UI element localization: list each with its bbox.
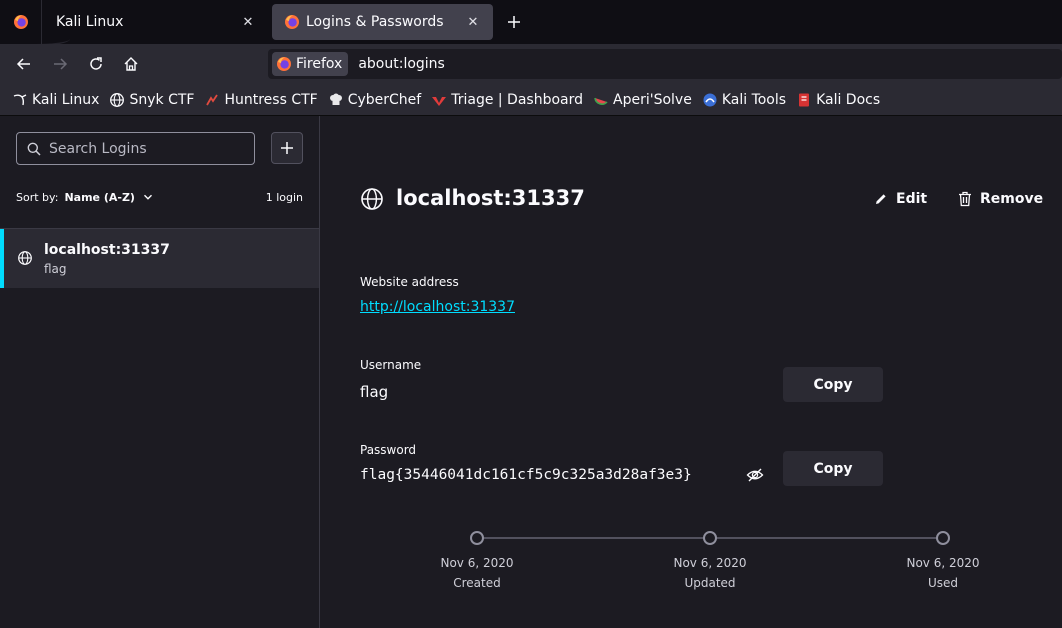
- firefox-icon: [285, 15, 299, 29]
- sort-label: Sort by:: [16, 190, 59, 204]
- sort-dropdown[interactable]: Name (A-Z): [64, 191, 135, 204]
- tab-label: Logins & Passwords: [306, 14, 444, 30]
- username-label: Username: [360, 358, 422, 372]
- bookmark-label: Huntress CTF: [224, 91, 318, 108]
- kali-tools-icon: [702, 92, 718, 108]
- reload-button[interactable]: [84, 52, 108, 76]
- website-address-label: Website address: [360, 275, 459, 289]
- bookmark-kali-linux[interactable]: Kali Linux: [10, 88, 105, 112]
- arrow-right-icon: [54, 58, 68, 70]
- identity-label: Firefox: [296, 56, 343, 72]
- timeline-updated-label: Updated: [684, 576, 736, 590]
- login-item-title: localhost:31337: [44, 242, 170, 258]
- search-icon: [27, 142, 41, 156]
- search-logins-input[interactable]: [49, 140, 239, 157]
- login-title: localhost:31337: [396, 186, 585, 210]
- bookmark-huntress-ctf[interactable]: Huntress CTF: [202, 88, 323, 112]
- home-button[interactable]: [119, 52, 143, 76]
- bookmark-kali-tools[interactable]: Kali Tools: [700, 88, 792, 112]
- address-bar[interactable]: Firefox about:logins: [268, 49, 1062, 79]
- logins-sidebar: Sort by: Name (A-Z) 1 login localhost:31…: [0, 116, 320, 628]
- bookmark-aperisolve[interactable]: Aperi'Solve: [591, 88, 698, 112]
- login-detail: localhost:31337 Edit Remove Website addr…: [320, 116, 1062, 628]
- bookmark-label: Triage | Dashboard: [451, 91, 584, 108]
- kali-docs-icon: [796, 92, 812, 108]
- triage-icon: [431, 92, 447, 108]
- remove-label: Remove: [980, 191, 1044, 207]
- new-tab-button[interactable]: [502, 10, 526, 34]
- globe-icon: [109, 92, 125, 108]
- close-icon[interactable]: ✕: [465, 14, 481, 30]
- login-count: 1 login: [265, 190, 303, 204]
- bookmark-label: Aperi'Solve: [613, 91, 692, 108]
- arrow-left-icon: [16, 58, 30, 70]
- add-login-button[interactable]: [271, 132, 303, 164]
- remove-button[interactable]: Remove: [958, 188, 1043, 210]
- bookmark-label: Snyk CTF: [129, 91, 195, 108]
- bookmark-label: Kali Docs: [816, 91, 881, 108]
- timeline-dot-used: [936, 531, 950, 545]
- trash-icon: [959, 191, 971, 207]
- forward-button[interactable]: [48, 52, 72, 76]
- about-logins-page: Sort by: Name (A-Z) 1 login localhost:31…: [0, 116, 1062, 628]
- bookmark-cyberchef[interactable]: CyberChef: [326, 88, 428, 112]
- bookmark-snyk-ctf[interactable]: Snyk CTF: [107, 88, 200, 112]
- timeline-used-label: Used: [927, 576, 959, 590]
- chevron-down-icon[interactable]: [143, 192, 153, 202]
- copy-password-button[interactable]: Copy: [783, 451, 883, 486]
- website-address-link[interactable]: http://localhost:31337: [360, 299, 515, 315]
- bookmarks-toolbar: Kali Linux Snyk CTF Huntress CTF CyberCh…: [0, 84, 1062, 116]
- globe-icon: [361, 188, 383, 210]
- globe-icon: [18, 251, 32, 265]
- timeline-dot-created: [470, 531, 484, 545]
- chef-icon: [328, 92, 344, 108]
- bookmark-label: Kali Tools: [721, 91, 787, 108]
- reload-icon: [90, 57, 102, 70]
- timeline-dot-updated: [703, 531, 717, 545]
- login-list-item[interactable]: localhost:31337 flag: [0, 229, 319, 288]
- plus-icon: [508, 16, 520, 28]
- copy-username-button[interactable]: Copy: [783, 367, 883, 402]
- edit-label: Edit: [896, 191, 928, 207]
- navigation-toolbar: Firefox about:logins: [0, 44, 1062, 84]
- bookmark-label: Kali Linux: [32, 91, 100, 108]
- password-value: flag{35446041dc161cf5c9c325a3d28af3e3}: [360, 467, 692, 483]
- close-icon[interactable]: ✕: [240, 14, 256, 30]
- tab-label: Kali Linux: [56, 14, 124, 30]
- eye-slash-icon[interactable]: [746, 466, 764, 484]
- timeline-used-date: Nov 6, 2020: [906, 556, 980, 570]
- timeline-updated-date: Nov 6, 2020: [673, 556, 747, 570]
- bookmark-kali-docs[interactable]: Kali Docs: [794, 88, 886, 112]
- search-logins-box[interactable]: [16, 132, 255, 165]
- identity-box[interactable]: Firefox: [272, 52, 349, 76]
- tab-strip: Kali Linux ✕ Logins & Passwords ✕: [0, 0, 1062, 46]
- timeline-created-label: Created: [453, 576, 501, 590]
- firefox-icon: [13, 15, 28, 29]
- home-icon: [124, 57, 138, 71]
- tab-logins-passwords[interactable]: Logins & Passwords ✕: [272, 4, 493, 40]
- bookmark-triage-dashboard[interactable]: Triage | Dashboard: [429, 88, 589, 112]
- tab-kali-linux[interactable]: Kali Linux ✕: [44, 4, 268, 40]
- huntress-icon: [204, 92, 220, 108]
- firefox-icon: [277, 57, 291, 71]
- plus-icon: [281, 142, 293, 154]
- password-label: Password: [360, 443, 417, 457]
- back-button[interactable]: [12, 52, 36, 76]
- login-item-username: flag: [44, 262, 67, 276]
- edit-button[interactable]: Edit: [874, 188, 927, 210]
- username-value: flag: [360, 383, 389, 401]
- url-text[interactable]: about:logins: [358, 56, 445, 72]
- kali-dragon-icon: [12, 92, 28, 108]
- firefox-view-button[interactable]: [0, 0, 42, 44]
- sort-row: Sort by: Name (A-Z) 1 login: [16, 188, 303, 206]
- timeline-created-date: Nov 6, 2020: [440, 556, 514, 570]
- pencil-icon: [876, 194, 886, 204]
- bookmark-label: CyberChef: [347, 91, 422, 108]
- watermelon-icon: [593, 92, 609, 108]
